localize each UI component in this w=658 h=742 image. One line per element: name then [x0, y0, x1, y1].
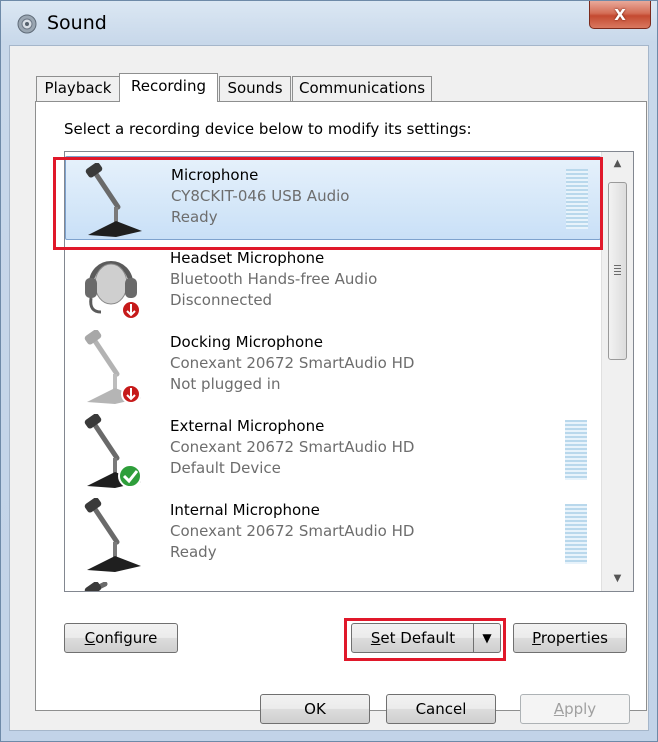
device-list[interactable]: Microphone CY8CKIT-046 USB Audio Ready H… [64, 151, 634, 592]
device-status: Ready [170, 543, 217, 561]
tab-sounds[interactable]: Sounds [219, 76, 291, 101]
vertical-scrollbar[interactable]: ▲ ▼ [601, 152, 633, 591]
tab-playback[interactable]: Playback [36, 76, 120, 101]
close-icon: X [614, 5, 626, 24]
device-status: Ready [171, 208, 218, 226]
level-meter [565, 504, 587, 564]
tab-communications[interactable]: Communications [292, 76, 432, 101]
device-item-headset-microphone[interactable]: Headset Microphone Bluetooth Hands-free … [65, 240, 601, 324]
set-default-main[interactable]: Set Default [352, 624, 474, 652]
speaker-icon [17, 14, 37, 34]
level-meter [566, 169, 588, 229]
device-item-microphone[interactable]: Microphone CY8CKIT-046 USB Audio Ready [65, 156, 601, 240]
scroll-thumb[interactable] [608, 182, 627, 360]
device-text: Microphone CY8CKIT-046 USB Audio Ready [171, 165, 349, 228]
microphone-icon [84, 498, 141, 572]
recording-panel: Select a recording device below to modif… [35, 101, 647, 711]
apply-button[interactable]: Apply [520, 694, 630, 724]
title-bar: Sound X [1, 1, 657, 45]
set-default-button[interactable]: Set Default ▼ [351, 623, 501, 653]
device-text: External Microphone Conexant 20672 Smart… [170, 416, 414, 479]
close-button[interactable]: X [589, 1, 651, 29]
level-meter [565, 420, 587, 480]
cancel-button[interactable]: Cancel [386, 694, 496, 724]
properties-label: roperties [540, 629, 608, 647]
dropdown-arrow-icon[interactable]: ▼ [473, 624, 500, 652]
device-item-internal-microphone[interactable]: Internal Microphone Conexant 20672 Smart… [65, 492, 601, 576]
device-driver: Conexant 20672 SmartAudio HD [170, 438, 415, 456]
device-name: External Microphone [170, 417, 325, 435]
configure-mnemonic: C [84, 629, 96, 647]
scroll-down-icon[interactable]: ▼ [602, 567, 633, 591]
device-driver: Conexant 20672 SmartAudio HD [170, 354, 415, 372]
device-status: Not plugged in [170, 375, 281, 393]
configure-label: onfigure [95, 629, 158, 647]
device-name: Internal Microphone [170, 501, 320, 519]
tab-recording[interactable]: Recording [119, 73, 218, 102]
device-status: Disconnected [170, 291, 273, 309]
checkmark-badge [118, 464, 142, 488]
device-driver: Conexant 20672 SmartAudio HD [170, 522, 415, 540]
device-text: Internal Microphone Conexant 20672 Smart… [170, 500, 414, 563]
device-name: Docking Microphone [170, 333, 323, 351]
configure-button[interactable]: Configure [64, 623, 178, 653]
device-item-docking-microphone[interactable]: Docking Microphone Conexant 20672 SmartA… [65, 324, 601, 408]
properties-button[interactable]: Properties [513, 623, 627, 653]
apply-mnemonic: A [553, 700, 565, 718]
headset-icon [85, 261, 141, 320]
instruction-text: Select a recording device below to modif… [64, 120, 472, 138]
sound-dialog: Sound X Playback Recording Sounds Commun… [0, 0, 658, 742]
properties-mnemonic: P [532, 629, 541, 647]
device-text: Headset Microphone Bluetooth Hands-free … [170, 248, 377, 311]
device-name: Headset Microphone [170, 249, 325, 267]
device-text: Docking Microphone Conexant 20672 SmartA… [170, 332, 414, 395]
dialog-body: Playback Recording Sounds Communications… [9, 45, 649, 731]
device-item-partial[interactable] [65, 576, 601, 591]
device-item-external-microphone[interactable]: External Microphone Conexant 20672 Smart… [65, 408, 601, 492]
window-title: Sound [47, 12, 107, 34]
device-driver: CY8CKIT-046 USB Audio [171, 187, 350, 205]
device-driver: Bluetooth Hands-free Audio [170, 270, 378, 288]
set-default-mnemonic: S [370, 629, 381, 647]
microphone-icon [84, 330, 141, 404]
grip-icon [614, 265, 621, 275]
ok-button[interactable]: OK [260, 694, 370, 724]
set-default-label: et Default [380, 629, 456, 647]
microphone-icon [85, 163, 142, 237]
scroll-up-icon[interactable]: ▲ [602, 152, 633, 176]
microphone-icon [84, 582, 108, 591]
apply-label: pply [564, 700, 597, 718]
device-status: Default Device [170, 459, 281, 477]
device-name: Microphone [171, 166, 259, 184]
microphone-icon [84, 414, 142, 488]
